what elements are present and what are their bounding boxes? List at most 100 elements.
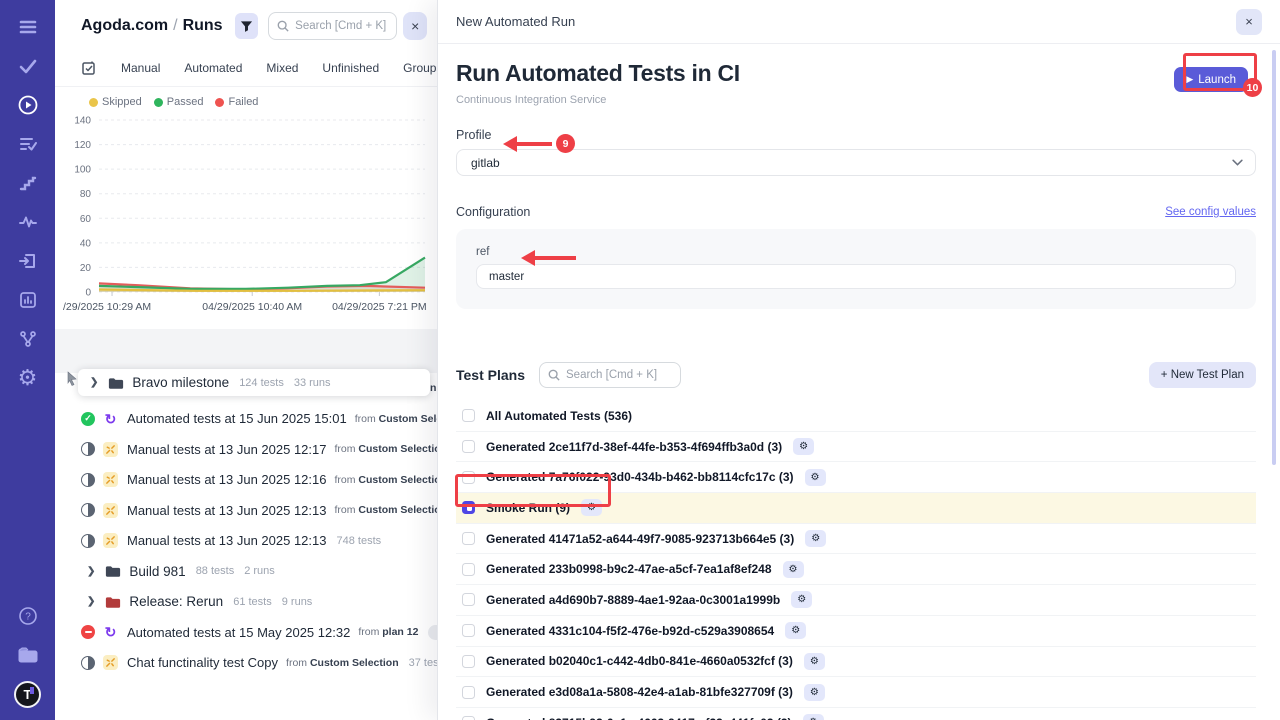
tests-count: 748 tests (336, 535, 381, 547)
tab-unfinished[interactable]: Unfinished (322, 61, 379, 75)
run-row[interactable]: ✓ ↻ Automated tests at 15 Jun 2025 15:01… (55, 404, 437, 435)
tests-check-icon[interactable] (13, 53, 43, 79)
test-plans-list: All Automated Tests (536) Generated 2ce1… (456, 401, 1256, 720)
analytics-icon[interactable] (13, 287, 43, 313)
status-partial-icon (81, 503, 95, 517)
steps-icon[interactable] (13, 170, 43, 196)
svg-text:100: 100 (74, 165, 91, 176)
profile-label: Profile (456, 128, 1256, 142)
profile-select[interactable]: gitlab (456, 149, 1256, 176)
projects-folder-icon[interactable] (13, 642, 43, 668)
checkbox[interactable] (462, 593, 475, 606)
status-partial-icon (81, 442, 95, 456)
panel-close-button[interactable]: × (403, 12, 427, 40)
branches-icon[interactable] (13, 326, 43, 352)
runs-list-band: ❯ Bravo milestone 124 tests 33 runs (55, 329, 437, 373)
manual-run-icon (103, 442, 118, 457)
plan-gear-button[interactable]: ⚙ (805, 530, 826, 547)
checkbox[interactable] (462, 532, 475, 545)
tab-groups[interactable]: Groups (403, 61, 437, 75)
annotation-arrow-ref (521, 250, 577, 266)
legend-failed: Failed (215, 96, 258, 108)
plan-gear-button[interactable]: ⚙ (783, 561, 804, 578)
see-config-values-link[interactable]: See config values (1165, 206, 1256, 218)
plan-gear-button[interactable]: ⚙ (805, 469, 826, 486)
annotation-badge-9: 9 (556, 134, 575, 153)
plan-row[interactable]: Generated 83715b93-6c1e-4663-9417-ef23a4… (456, 708, 1256, 720)
plan-row[interactable]: Generated 41471a52-a644-49f7-9085-923713… (456, 524, 1256, 555)
plan-gear-button[interactable]: ⚙ (804, 684, 825, 701)
svg-text:40: 40 (80, 238, 92, 249)
ref-input[interactable] (476, 264, 1236, 289)
runs-tabs: Manual Automated Mixed Unfinished Groups (55, 48, 437, 87)
plan-gear-button[interactable]: ⚙ (793, 438, 814, 455)
test-plans-icon[interactable] (13, 131, 43, 157)
plan-row[interactable]: Generated 233b0998-b9c2-47ae-a5cf-7ea1af… (456, 554, 1256, 585)
breadcrumb-project[interactable]: Agoda.com (81, 17, 168, 34)
run-row[interactable]: ↻ Automated tests at 15 May 2025 12:32 f… (55, 617, 437, 648)
plan-gear-button[interactable]: ⚙ (803, 714, 824, 720)
run-row[interactable]: Manual tests at 13 Jun 2025 12:16 from C… (55, 465, 437, 496)
import-icon[interactable] (13, 248, 43, 274)
folder-row-release-rerun[interactable]: ❯ Release: Rerun 61 tests 9 runs (55, 587, 437, 618)
folder-row-bravo[interactable]: ❯ Bravo milestone 124 tests 33 runs (78, 369, 430, 396)
run-row[interactable]: Manual tests at 13 Jun 2025 12:13 from C… (55, 495, 437, 526)
ref-label: ref (476, 246, 1236, 258)
checkbox[interactable] (462, 409, 475, 422)
runs-list: ↻ Automated tests at 15 Jun 2025 15:08 f… (55, 373, 437, 678)
plan-gear-button[interactable]: ⚙ (785, 622, 806, 639)
chevron-right-icon[interactable]: ❯ (87, 566, 95, 577)
status-partial-icon (81, 656, 95, 670)
new-test-plan-button[interactable]: + New Test Plan (1149, 362, 1256, 388)
tab-automated[interactable]: Automated (184, 61, 242, 75)
plan-row[interactable]: Generated 2ce11f7d-38ef-44fe-b353-4f694f… (456, 432, 1256, 463)
drawer-close-button[interactable]: × (1236, 9, 1262, 35)
test-gear-badge[interactable]: ⚙test (428, 625, 437, 640)
search-icon (277, 20, 289, 32)
legend-skipped: Skipped (89, 96, 142, 108)
menu-icon[interactable] (13, 14, 43, 40)
pulse-icon[interactable] (13, 209, 43, 235)
checkbox[interactable] (462, 686, 475, 699)
run-row[interactable]: Manual tests at 13 Jun 2025 12:13 748 te… (55, 526, 437, 557)
plan-row[interactable]: Generated b02040c1-c442-4db0-841e-4660a0… (456, 647, 1256, 678)
folder-icon (105, 564, 121, 578)
plan-gear-button[interactable]: ⚙ (791, 591, 812, 608)
svg-text:80: 80 (80, 189, 92, 200)
skipped-dot-icon (89, 98, 98, 107)
status-partial-icon (81, 534, 95, 548)
plan-row[interactable]: Generated 4331c104-f5f2-476e-b92d-c529a3… (456, 616, 1256, 647)
page-title: Run Automated Tests in CI (456, 60, 740, 87)
runs-search-input[interactable] (295, 20, 388, 32)
filter-button[interactable] (235, 13, 259, 39)
chevron-right-icon[interactable]: ❯ (87, 596, 95, 607)
plan-row[interactable]: All Automated Tests (536) (456, 401, 1256, 432)
plan-row[interactable]: Generated e3d08a1a-5808-42e4-a1ab-81bfe3… (456, 677, 1256, 708)
all-runs-tab-icon[interactable] (81, 60, 97, 76)
user-avatar[interactable]: T (14, 681, 41, 708)
checkbox[interactable] (462, 563, 475, 576)
help-icon[interactable]: ? (13, 603, 43, 629)
checkbox[interactable] (462, 655, 475, 668)
plan-gear-button[interactable]: ⚙ (804, 653, 825, 670)
drawer-scrollbar[interactable] (1272, 50, 1276, 465)
runs-play-icon[interactable] (13, 92, 43, 118)
tab-manual[interactable]: Manual (121, 61, 160, 75)
manual-run-icon (103, 655, 118, 670)
chevron-right-icon[interactable]: ❯ (90, 377, 98, 388)
checkbox[interactable] (462, 440, 475, 453)
settings-gear-icon[interactable]: ⚙ (13, 365, 43, 391)
runs-trend-chart: 020406080100120140/29/2025 10:29 AM04/29… (59, 110, 437, 327)
checkbox[interactable] (462, 624, 475, 637)
automated-run-icon: ↻ (103, 411, 118, 426)
run-row[interactable]: Chat functinality test Copy from Custom … (55, 648, 437, 679)
passed-dot-icon (154, 98, 163, 107)
folder-row-build981[interactable]: ❯ Build 981 88 tests 2 runs (55, 556, 437, 587)
tab-mixed[interactable]: Mixed (266, 61, 298, 75)
breadcrumb-section: Runs (183, 17, 223, 34)
plan-row[interactable]: Generated a4d690b7-8889-4ae1-92aa-0c3001… (456, 585, 1256, 616)
run-row[interactable]: Manual tests at 13 Jun 2025 12:17 from C… (55, 434, 437, 465)
legend-passed: Passed (154, 96, 204, 108)
checkbox[interactable] (462, 716, 475, 720)
test-plans-search-input[interactable] (566, 369, 672, 381)
